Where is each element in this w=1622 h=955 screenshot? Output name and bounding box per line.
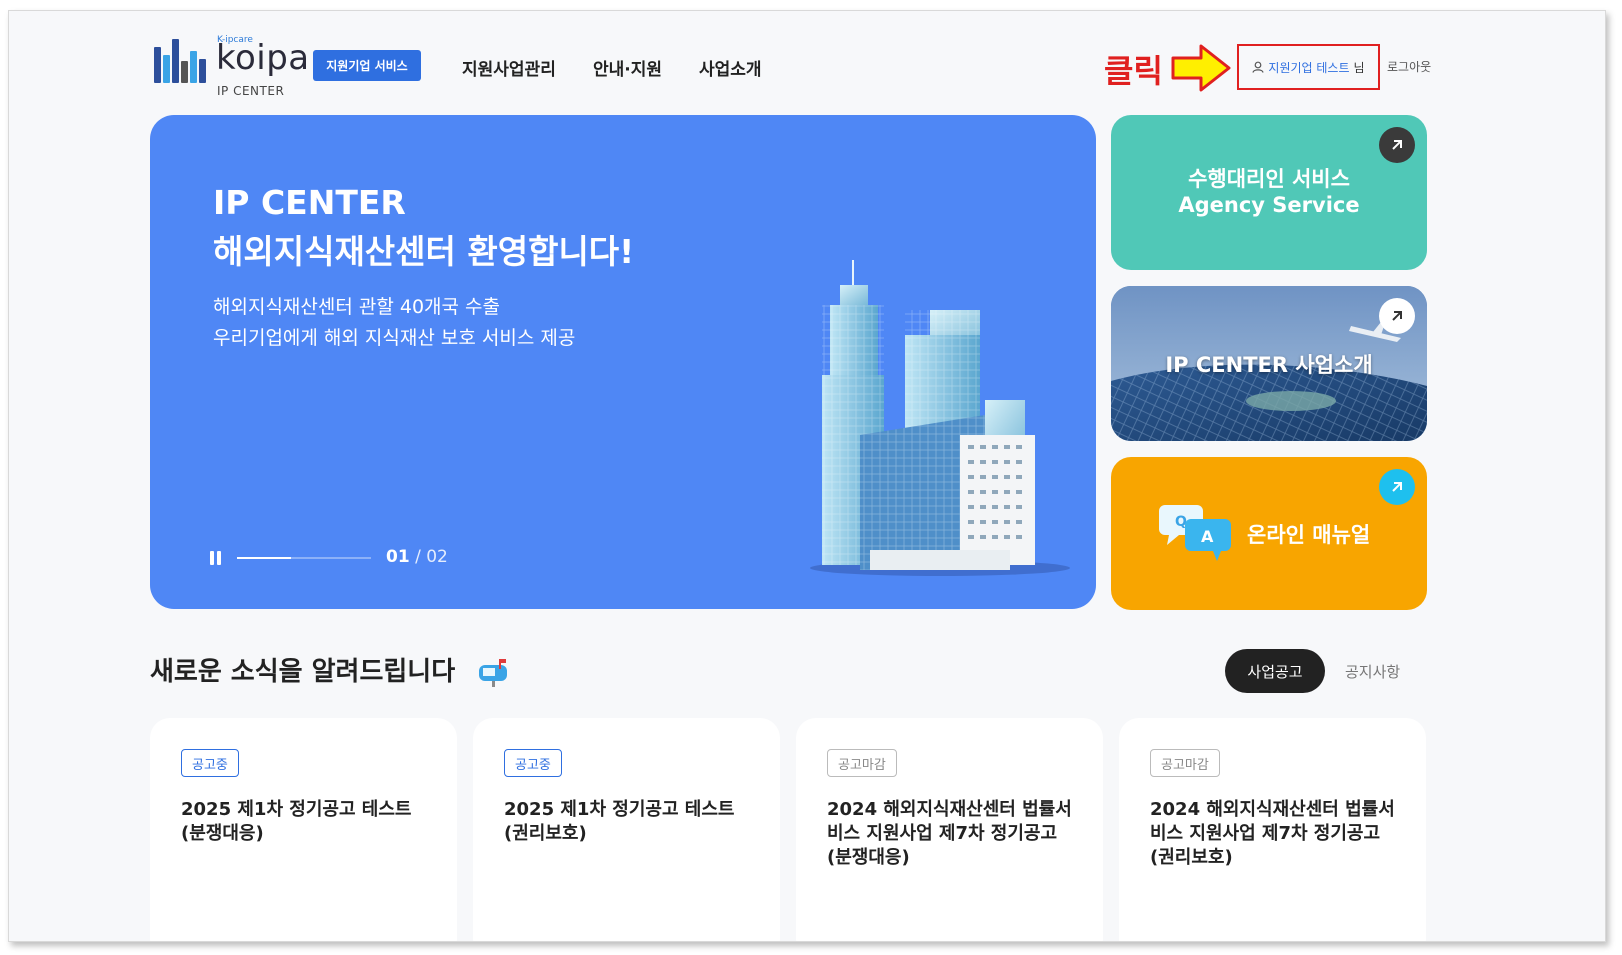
hero-subtitle-line2: 우리기업에게 해외 지식재산 보호 서비스 제공 bbox=[213, 327, 576, 349]
hero-title-line1: IP CENTER bbox=[213, 183, 406, 222]
tab-announcements[interactable]: 공지사항 bbox=[1345, 661, 1400, 682]
tab-business-notice[interactable]: 사업공고 bbox=[1225, 649, 1325, 693]
ipcenter-card-title: IP CENTER 사업소개 bbox=[1165, 353, 1373, 377]
user-profile-link[interactable]: 지원기업 테스트 님 bbox=[1237, 44, 1380, 90]
online-manual-card[interactable]: Q A 온라인 매뉴얼 bbox=[1111, 457, 1427, 610]
pause-icon[interactable] bbox=[210, 551, 222, 565]
agency-card-title: 수행대리인 서비스 bbox=[1188, 167, 1350, 191]
manual-card-title: 온라인 매뉴얼 bbox=[1247, 523, 1371, 547]
slide-progress-fill bbox=[237, 557, 291, 559]
user-icon bbox=[1252, 61, 1265, 73]
news-card[interactable]: 공고마감 2024 해외지식재산센터 법률서비스 지원사업 제7차 정기공고 (… bbox=[1119, 718, 1426, 941]
browser-viewport: K-ipcare koipa IP CENTER 지원기업 서비스 지원사업관리… bbox=[8, 10, 1606, 942]
status-badge: 공고마감 bbox=[1150, 749, 1220, 777]
slide-pager: 01 / 02 bbox=[386, 547, 448, 567]
news-card-title: 2024 해외지식재산센터 법률서비스 지원사업 제7차 정기공고 (권리보호) bbox=[1150, 799, 1395, 868]
koipa-logo[interactable]: K-ipcare koipa IP CENTER bbox=[154, 31, 309, 98]
arrow-up-right-icon[interactable] bbox=[1379, 298, 1415, 334]
news-card[interactable]: 공고중 2025 제1차 정기공고 테스트 (권리보호) bbox=[473, 718, 780, 941]
service-badge[interactable]: 지원기업 서비스 bbox=[313, 50, 421, 81]
arrow-up-right-icon[interactable] bbox=[1379, 127, 1415, 163]
chat-bubbles-icon: Q A bbox=[1159, 505, 1231, 561]
hero-banner[interactable]: IP CENTER 해외지식재산센터 환영합니다! 해외지식재산센터 관할 40… bbox=[150, 115, 1096, 609]
slide-progress-bar bbox=[237, 557, 371, 559]
logo-main-text: koipa bbox=[216, 38, 310, 78]
ipcenter-intro-card[interactable]: IP CENTER 사업소개 bbox=[1111, 286, 1427, 441]
news-card-title: 2025 제1차 정기공고 테스트 (권리보호) bbox=[504, 799, 735, 844]
status-badge: 공고중 bbox=[504, 749, 562, 777]
annotation-arrow-icon bbox=[1171, 44, 1231, 92]
news-card[interactable]: 공고중 2025 제1차 정기공고 테스트 (분쟁대응) bbox=[150, 718, 457, 941]
nav-guide-support[interactable]: 안내·지원 bbox=[593, 55, 662, 80]
news-card[interactable]: 공고마감 2024 해외지식재산센터 법률서비스 지원사업 제7차 정기공고 (… bbox=[796, 718, 1103, 941]
status-badge: 공고마감 bbox=[827, 749, 897, 777]
nav-support-management[interactable]: 지원사업관리 bbox=[462, 55, 556, 80]
logo-sub-text: IP CENTER bbox=[217, 84, 285, 98]
news-section-title: 새로운 소식을 알려드립니다 bbox=[150, 657, 456, 687]
agency-card-subtitle: Agency Service bbox=[1178, 193, 1360, 217]
nav-business-intro[interactable]: 사업소개 bbox=[699, 55, 762, 80]
hero-title-line2: 해외지식재산센터 환영합니다! bbox=[213, 232, 635, 271]
user-name: 지원기업 테스트 bbox=[1268, 60, 1350, 75]
news-card-title: 2025 제1차 정기공고 테스트 (분쟁대응) bbox=[181, 799, 412, 844]
mailbox-icon bbox=[479, 659, 507, 687]
click-annotation-label: 클릭 bbox=[1104, 52, 1163, 90]
hero-subtitle-line1: 해외지식재산센터 관할 40개국 수출 bbox=[213, 296, 501, 318]
news-card-title: 2024 해외지식재산센터 법률서비스 지원사업 제7차 정기공고 (분쟁대응) bbox=[827, 799, 1072, 868]
agency-service-card[interactable]: 수행대리인 서비스 Agency Service bbox=[1111, 115, 1427, 270]
logout-link[interactable]: 로그아웃 bbox=[1387, 58, 1431, 75]
status-badge: 공고중 bbox=[181, 749, 239, 777]
total-slides: 02 bbox=[426, 547, 448, 567]
arrow-up-right-icon[interactable] bbox=[1379, 469, 1415, 505]
current-slide: 01 bbox=[386, 547, 410, 567]
buildings-illustration bbox=[810, 260, 1070, 576]
user-name-suffix: 님 bbox=[1353, 60, 1365, 75]
svg-text:A: A bbox=[1201, 527, 1214, 546]
